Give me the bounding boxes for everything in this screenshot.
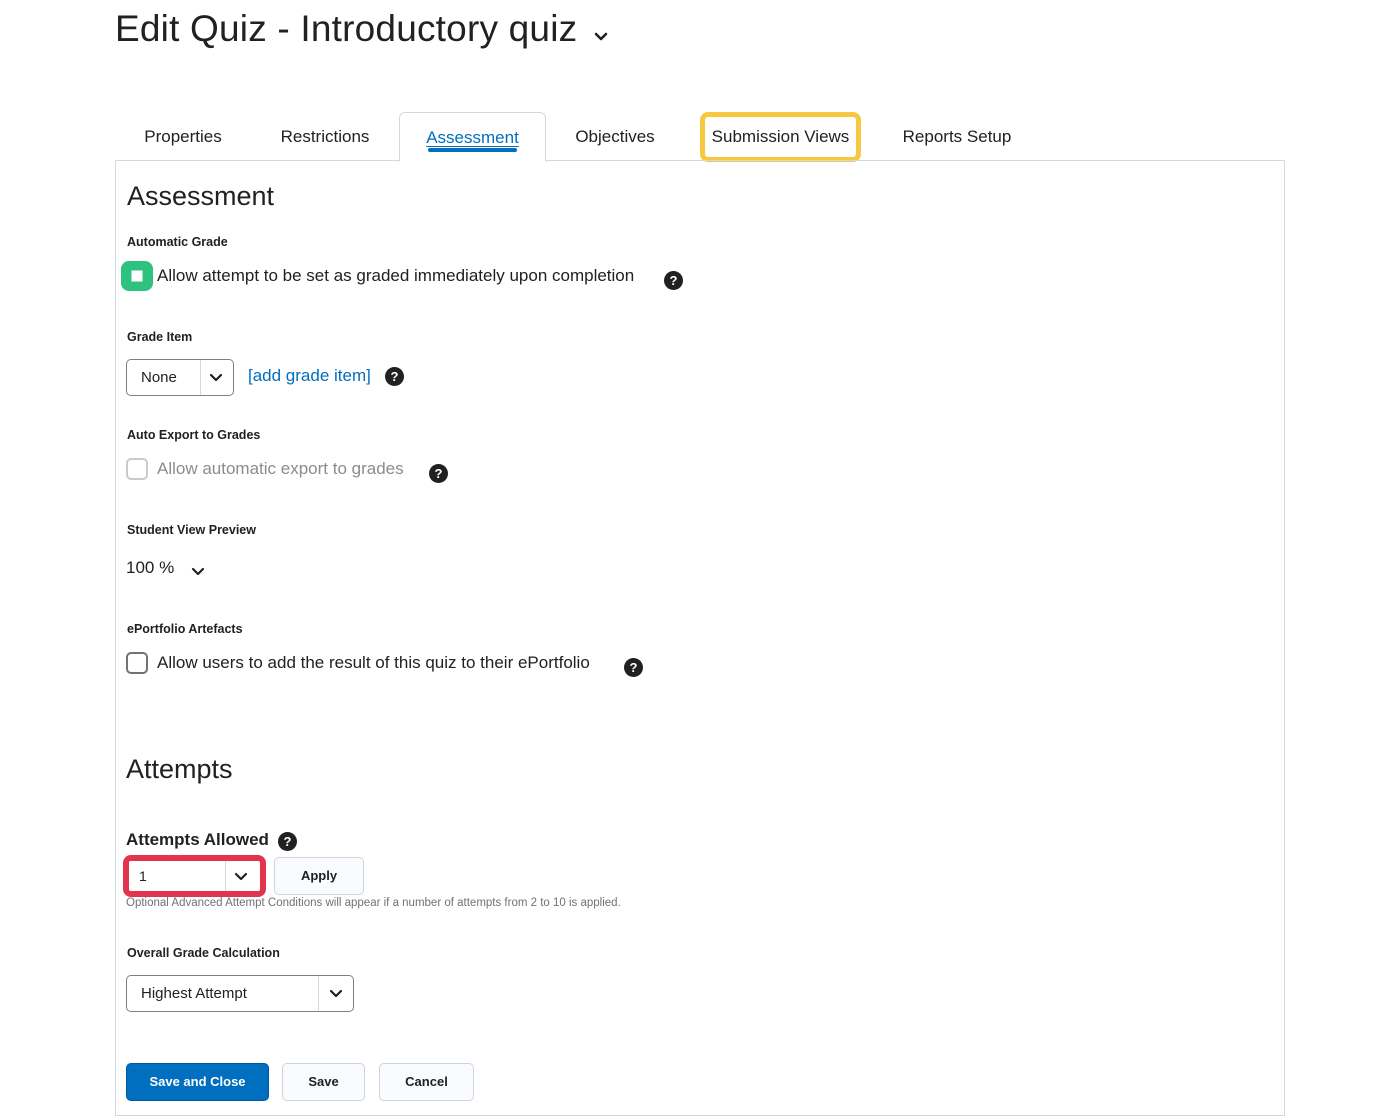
auto-export-option-label: Allow automatic export to grades xyxy=(157,459,404,478)
help-icon[interactable]: ? xyxy=(385,367,404,386)
tab-properties[interactable]: Properties xyxy=(122,112,244,162)
add-grade-item-link[interactable]: [add grade item] xyxy=(248,366,371,386)
automatic-grade-checkbox[interactable] xyxy=(121,261,153,291)
attempts-allowed-value: 1 xyxy=(139,868,147,884)
overall-grade-label: Overall Grade Calculation xyxy=(127,946,280,960)
page-title: Edit Quiz - Introductory quiz xyxy=(115,8,578,49)
zoom-level-value[interactable]: 100 % xyxy=(126,558,174,578)
tab-objectives[interactable]: Objectives xyxy=(560,112,670,162)
active-tab-indicator xyxy=(428,148,517,152)
save-button[interactable]: Save xyxy=(282,1063,365,1101)
select-divider xyxy=(200,360,201,395)
tab-label: Submission Views xyxy=(711,127,850,146)
tab-label: Reports Setup xyxy=(902,127,1012,146)
chevron-down-icon xyxy=(209,373,223,382)
help-icon[interactable]: ? xyxy=(624,658,643,677)
chevron-down-icon[interactable] xyxy=(190,563,206,579)
tab-label: Properties xyxy=(144,127,222,146)
tab-restrictions[interactable]: Restrictions xyxy=(262,112,388,162)
tab-label: Restrictions xyxy=(280,127,370,146)
overall-grade-value: Highest Attempt xyxy=(141,985,247,1002)
eportfolio-option-label: Allow users to add the result of this qu… xyxy=(157,653,590,672)
apply-button[interactable]: Apply xyxy=(274,857,364,895)
tab-reports-setup[interactable]: Reports Setup xyxy=(892,112,1022,162)
eportfolio-label: ePortfolio Artefacts xyxy=(127,622,243,636)
chevron-down-icon xyxy=(234,872,248,881)
attempts-hint: Optional Advanced Attempt Conditions wil… xyxy=(126,897,621,909)
auto-export-label: Auto Export to Grades xyxy=(127,428,261,442)
cancel-button[interactable]: Cancel xyxy=(379,1063,474,1101)
help-icon[interactable]: ? xyxy=(664,271,683,290)
assessment-panel xyxy=(115,160,1285,1116)
attempts-allowed-highlight: 1 xyxy=(123,855,266,897)
grade-item-value: None xyxy=(141,369,177,386)
checkbox-box xyxy=(131,270,143,282)
automatic-grade-option-label: Allow attempt to be set as graded immedi… xyxy=(157,266,635,285)
attempts-heading: Attempts xyxy=(126,754,233,784)
help-icon[interactable]: ? xyxy=(278,832,297,851)
chevron-down-icon[interactable] xyxy=(590,26,612,48)
select-divider xyxy=(318,976,319,1011)
chevron-down-icon xyxy=(329,989,343,998)
save-and-close-button[interactable]: Save and Close xyxy=(126,1063,269,1101)
select-divider xyxy=(225,861,226,891)
grade-item-label: Grade Item xyxy=(127,330,193,344)
attempts-allowed-label: Attempts Allowed xyxy=(126,830,269,849)
tab-submission-views[interactable]: Submission Views xyxy=(700,112,861,162)
grade-item-select[interactable]: None xyxy=(126,359,234,396)
tab-assessment[interactable]: Assessment xyxy=(399,112,546,162)
automatic-grade-label: Automatic Grade xyxy=(127,235,228,249)
eportfolio-checkbox[interactable] xyxy=(126,652,148,674)
attempts-allowed-select[interactable]: 1 xyxy=(129,861,260,891)
auto-export-checkbox[interactable] xyxy=(126,458,148,480)
overall-grade-select[interactable]: Highest Attempt xyxy=(126,975,354,1012)
help-icon[interactable]: ? xyxy=(429,464,448,483)
student-view-preview-label: Student View Preview xyxy=(127,523,256,537)
tab-label: Assessment xyxy=(426,128,519,147)
tab-label: Objectives xyxy=(575,127,655,146)
